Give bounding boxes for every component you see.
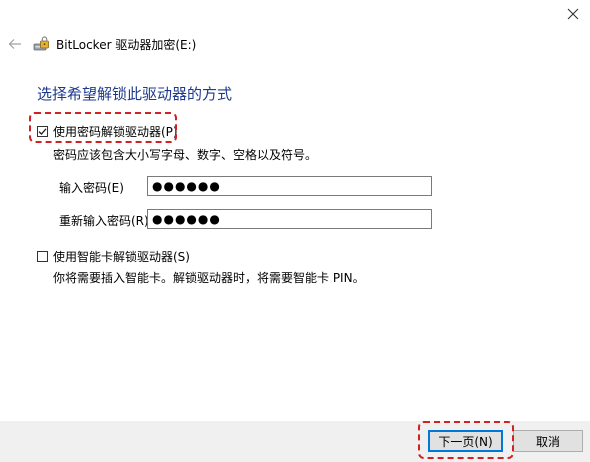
checkmark-icon bbox=[38, 128, 47, 135]
smartcard-option-label: 使用智能卡解锁驱动器(S) bbox=[53, 250, 190, 264]
close-icon bbox=[567, 8, 579, 20]
smartcard-checkbox[interactable] bbox=[37, 251, 48, 262]
enter-password-label: 输入密码(E) bbox=[59, 181, 124, 195]
smartcard-option[interactable]: 使用智能卡解锁驱动器(S) bbox=[37, 248, 190, 265]
bitlocker-drive-icon bbox=[32, 35, 50, 53]
reenter-password-input[interactable] bbox=[147, 209, 432, 229]
dialog-footer: 下一页(N) 取消 bbox=[0, 421, 590, 462]
page-title: 选择希望解锁此驱动器的方式 bbox=[37, 85, 233, 103]
password-option[interactable]: 使用密码解锁驱动器(P) bbox=[37, 123, 178, 140]
enter-password-input[interactable] bbox=[147, 176, 432, 196]
password-option-label: 使用密码解锁驱动器(P) bbox=[53, 125, 178, 139]
smartcard-hint: 你将需要插入智能卡。解锁驱动器时，将需要智能卡 PIN。 bbox=[53, 271, 365, 285]
back-arrow-icon bbox=[8, 39, 21, 49]
reenter-password-label: 重新输入密码(R) bbox=[59, 214, 149, 228]
dialog-header: BitLocker 驱动器加密(E:) bbox=[6, 33, 196, 55]
password-hint: 密码应该包含大小写字母、数字、空格以及符号。 bbox=[53, 148, 318, 162]
password-checkbox[interactable] bbox=[37, 126, 48, 137]
cancel-button[interactable]: 取消 bbox=[513, 430, 583, 452]
bitlocker-dialog: BitLocker 驱动器加密(E:) 选择希望解锁此驱动器的方式 使用密码解锁… bbox=[0, 0, 590, 462]
close-button[interactable] bbox=[562, 3, 584, 25]
next-button[interactable]: 下一页(N) bbox=[428, 430, 503, 452]
window-title: BitLocker 驱动器加密(E:) bbox=[56, 37, 197, 52]
back-button[interactable] bbox=[6, 35, 24, 53]
